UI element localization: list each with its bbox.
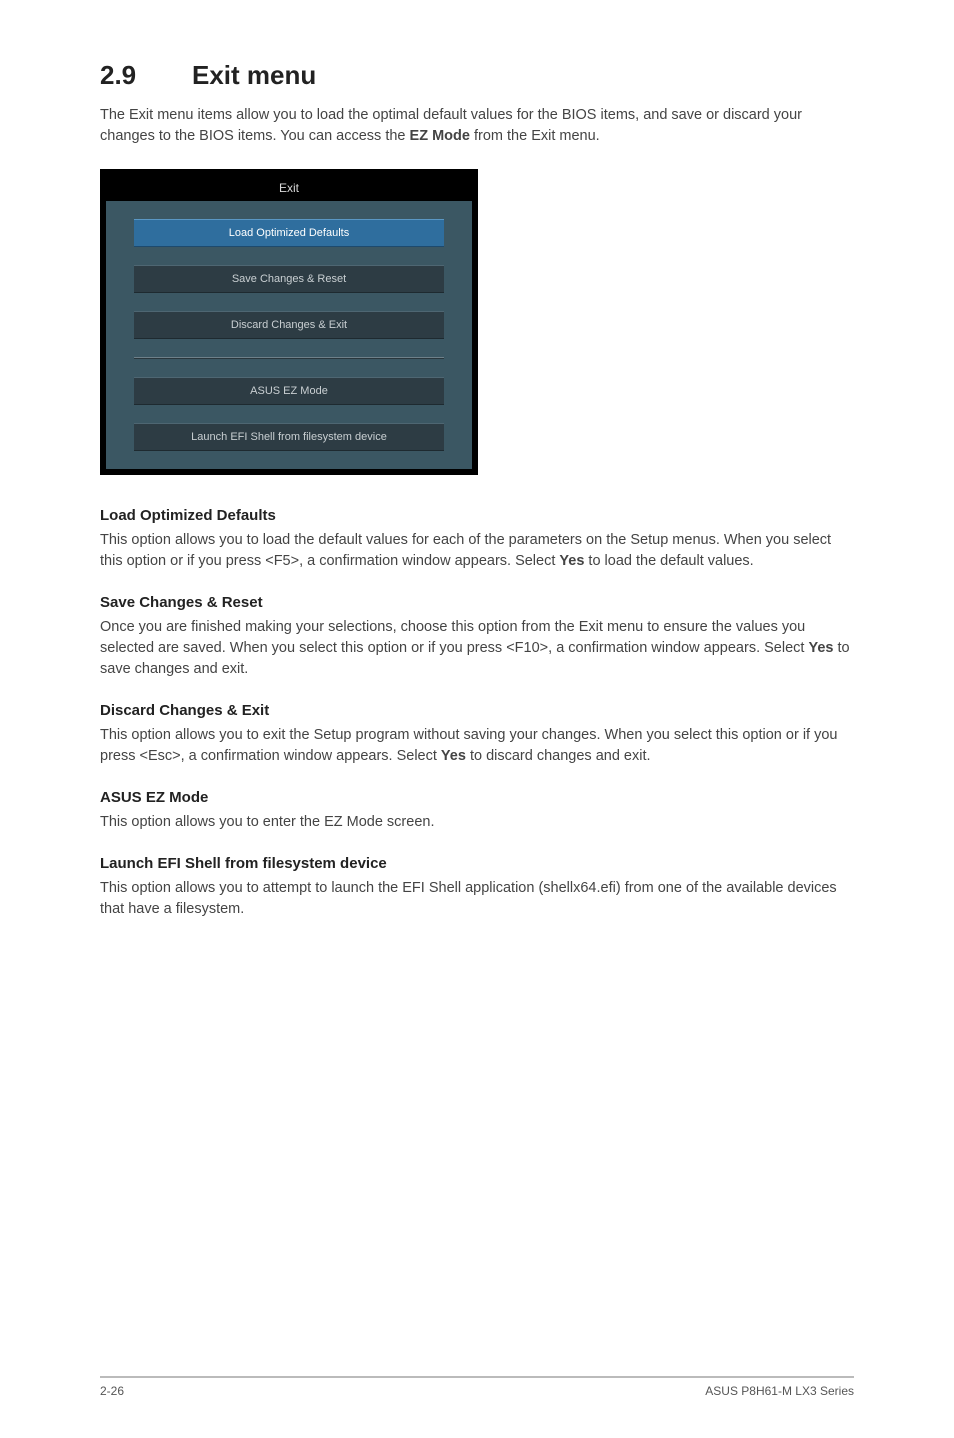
efi-shell-paragraph: This option allows you to attempt to lau… [100,878,854,920]
yes-bold: Yes [559,553,584,569]
text-after: to discard changes and exit. [466,748,651,764]
text-after: to load the default values. [584,553,753,569]
efi-shell-heading: Launch EFI Shell from filesystem device [100,855,854,872]
footer-wrap: 2-26 ASUS P8H61-M LX3 Series [100,1376,854,1398]
section-title: 2.9Exit menu [100,60,854,91]
footer: 2-26 ASUS P8H61-M LX3 Series [100,1384,854,1398]
product-name: ASUS P8H61-M LX3 Series [705,1384,854,1398]
discard-exit-paragraph: This option allows you to exit the Setup… [100,725,854,767]
bios-body: Load Optimized Defaults Save Changes & R… [106,201,472,451]
save-reset-heading: Save Changes & Reset [100,594,854,611]
ez-mode-heading: ASUS EZ Mode [100,789,854,806]
discard-changes-exit-button[interactable]: Discard Changes & Exit [134,311,444,339]
section-number: 2.9 [100,60,192,91]
discard-exit-heading: Discard Changes & Exit [100,702,854,719]
yes-bold: Yes [808,640,833,656]
intro-bold: EZ Mode [410,128,470,144]
page-number: 2-26 [100,1384,124,1398]
intro-paragraph: The Exit menu items allow you to load th… [100,105,854,147]
save-reset-paragraph: Once you are finished making your select… [100,617,854,680]
bios-divider [134,357,444,359]
launch-efi-shell-button[interactable]: Launch EFI Shell from filesystem device [134,423,444,451]
ez-mode-paragraph: This option allows you to enter the EZ M… [100,812,854,833]
footer-rule [100,1376,854,1378]
asus-ez-mode-button[interactable]: ASUS EZ Mode [134,377,444,405]
load-defaults-paragraph: This option allows you to load the defau… [100,530,854,572]
bios-exit-panel: Exit Load Optimized Defaults Save Change… [100,169,478,475]
load-defaults-heading: Load Optimized Defaults [100,507,854,524]
text: Once you are finished making your select… [100,619,808,656]
section-title-text: Exit menu [192,60,316,90]
bios-title: Exit [106,175,472,201]
bios-inner: Exit Load Optimized Defaults Save Change… [106,175,472,469]
yes-bold: Yes [441,748,466,764]
save-changes-reset-button[interactable]: Save Changes & Reset [134,265,444,293]
intro-post: from the Exit menu. [470,128,600,144]
load-optimized-defaults-button[interactable]: Load Optimized Defaults [134,219,444,247]
